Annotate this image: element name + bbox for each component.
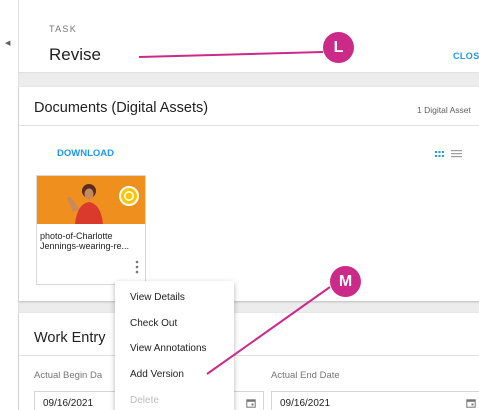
callout-badge-m: M [330,266,361,297]
menu-item-view-annotations[interactable]: View Annotations [130,343,207,354]
begin-date-label: Actual Begin Da [34,370,103,381]
asset-name: photo-of-Charlotte Jennings-wearing-re..… [40,231,130,251]
task-name: Revise [49,45,101,64]
close-button[interactable]: CLOS [453,51,479,61]
documents-title: Documents (Digital Assets) [34,100,209,116]
menu-item-delete: Delete [130,395,159,406]
end-date-field[interactable] [271,391,479,410]
task-label: TASK [49,24,78,34]
work-entry-card: Work Entry Actual Begin Da Actual End Da… [19,313,479,410]
menu-item-check-out[interactable]: Check Out [130,318,177,329]
menu-item-view-details[interactable]: View Details [130,292,185,303]
begin-date-input[interactable] [43,398,123,409]
callout-badge-l: L [323,32,354,63]
kebab-menu-icon[interactable] [132,259,142,275]
divider [19,355,479,356]
status-check-icon [119,186,139,206]
download-button[interactable]: DOWNLOAD [57,148,114,159]
asset-tile[interactable]: photo-of-Charlotte Jennings-wearing-re..… [36,175,146,285]
collapse-arrow-icon[interactable]: ◀ [5,39,10,49]
divider [19,125,479,126]
list-view-icon[interactable] [451,149,462,158]
end-date-label: Actual End Date [271,370,340,381]
work-entry-title: Work Entry [34,330,106,346]
end-date-input[interactable] [280,398,360,409]
left-rail: ◀ [0,0,19,410]
asset-count: 1 Digital Asset [417,105,471,115]
task-header: TASK Revise CLOS [19,0,479,73]
context-menu: View Details Check Out View Annotations … [115,281,234,410]
menu-item-add-version[interactable]: Add Version [130,369,184,380]
calendar-icon[interactable] [246,398,256,408]
grid-view-icon[interactable] [435,151,444,157]
calendar-icon[interactable] [466,398,476,408]
